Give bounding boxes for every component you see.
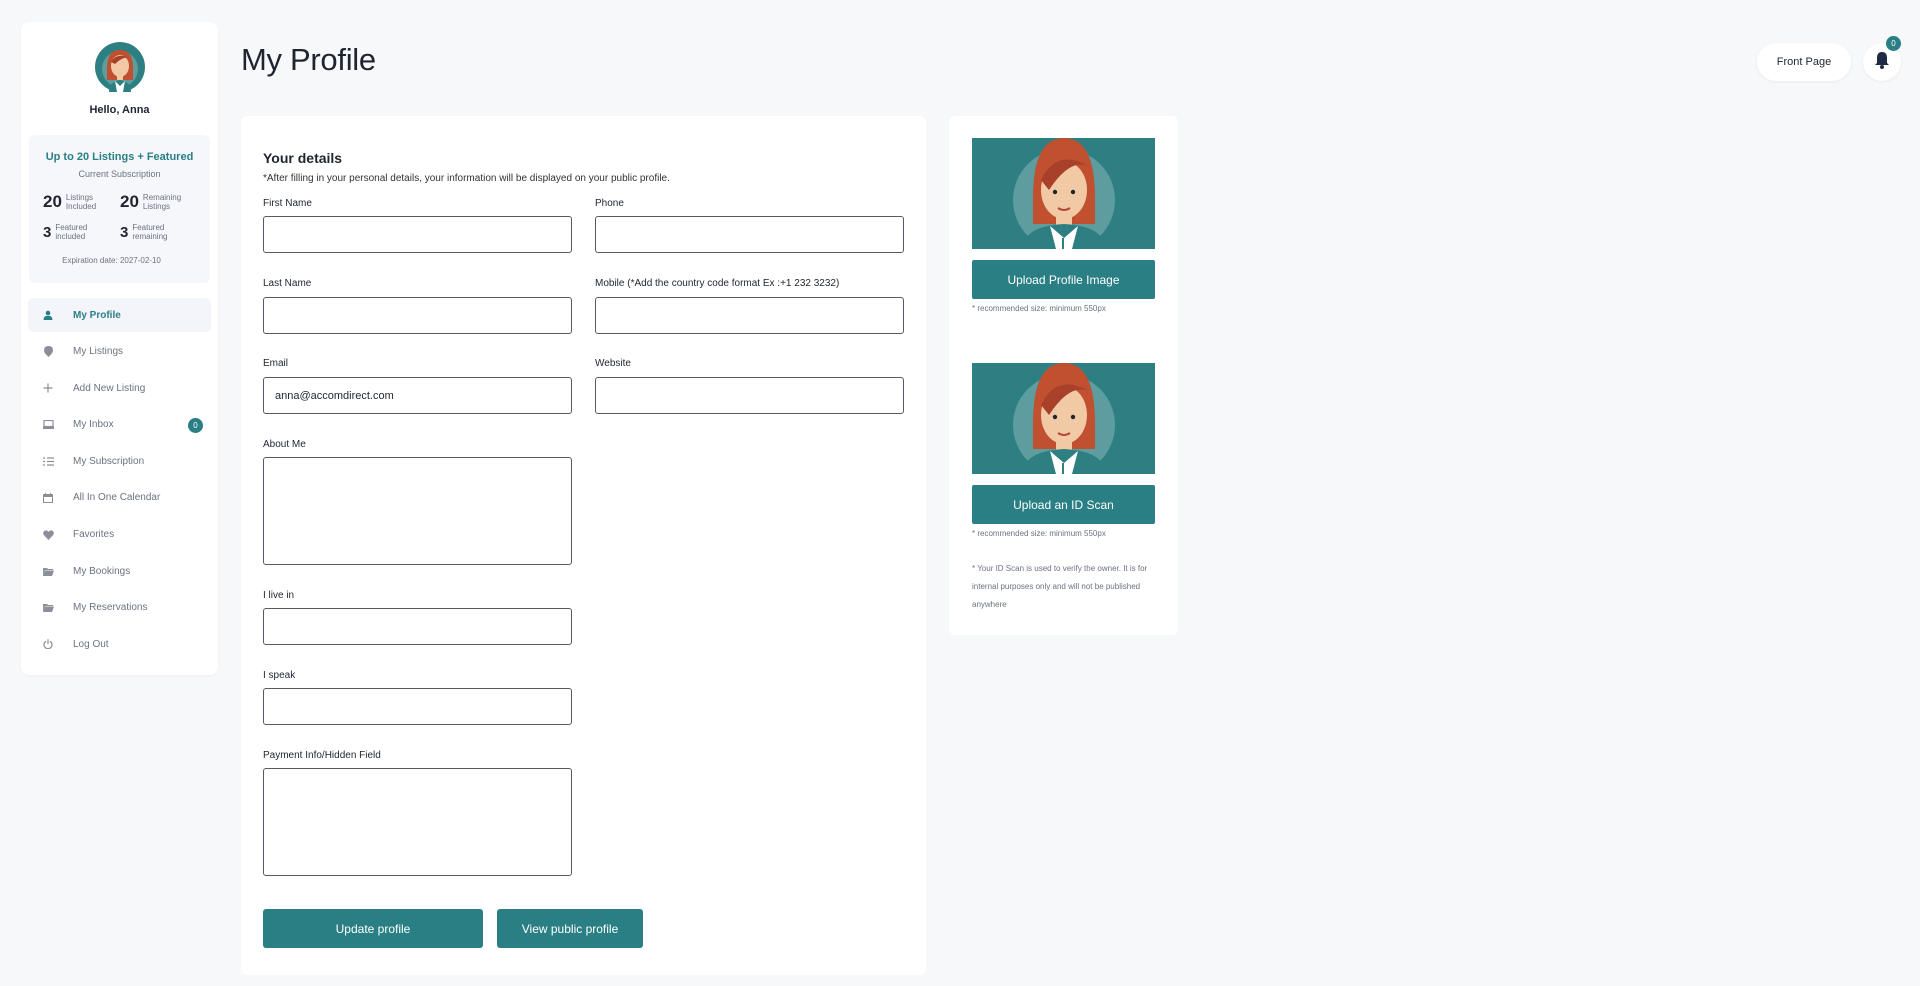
bell-icon	[1874, 51, 1890, 74]
speak-label: I speak	[263, 670, 296, 681]
avatar[interactable]	[95, 42, 145, 92]
last-name-field[interactable]	[263, 297, 572, 334]
subscription-panel: Up to 20 Listings + Featured Current Sub…	[29, 135, 210, 283]
calendar-icon	[42, 492, 54, 504]
sidebar-item-label: My Inbox	[73, 419, 114, 431]
sidebar-item-my-reservations[interactable]: My Reservations	[28, 591, 211, 625]
front-page-button[interactable]: Front Page	[1757, 43, 1851, 81]
user-icon	[42, 309, 54, 321]
sidebar-item-label: All In One Calendar	[73, 492, 161, 504]
sidebar-item-my-profile[interactable]: My Profile	[28, 298, 211, 332]
first-name-field[interactable]	[263, 216, 572, 253]
sidebar-item-my-bookings[interactable]: My Bookings	[28, 554, 211, 588]
live-in-label: I live in	[263, 590, 295, 601]
live-in-field[interactable]	[263, 608, 572, 645]
subscription-caption: Current Subscription	[78, 169, 161, 179]
view-public-profile-button[interactable]: View public profile	[497, 909, 643, 948]
profile-image-recommendation: * recommended size: minimum 550px	[972, 304, 1106, 313]
sidebar-item-favorites[interactable]: Favorites	[28, 518, 211, 552]
inbox-icon	[42, 419, 54, 431]
sidebar-item-label: Favorites	[73, 529, 115, 541]
sidebar-item-log-out[interactable]: Log Out	[28, 627, 211, 661]
section-note: *After filling in your personal details,…	[263, 173, 670, 184]
stat-remaining-listings: 20 Remaining Listings	[120, 192, 191, 212]
list-icon	[42, 455, 54, 467]
sidebar-item-label: My Reservations	[73, 602, 148, 614]
sidebar-item-add-new-listing[interactable]: Add New Listing	[28, 371, 211, 405]
website-label: Website	[595, 358, 631, 369]
stat-value: 20	[43, 192, 62, 211]
sidebar-item-my-listings[interactable]: My Listings	[28, 335, 211, 369]
page-title: My Profile	[241, 42, 376, 77]
sidebar-item-label: My Bookings	[73, 565, 131, 577]
sidebar-item-label: Add New Listing	[73, 382, 146, 394]
email-label: Email	[263, 358, 289, 369]
stat-label: Listings Included	[65, 193, 97, 211]
stat-listings-included: 20 Listings Included	[43, 192, 114, 212]
sidebar: Hello, Anna Up to 20 Listings + Featured…	[21, 22, 218, 675]
id-scan-recommendation: * recommended size: minimum 550px	[972, 529, 1106, 538]
sidebar-item-my-inbox[interactable]: My Inbox 0	[28, 408, 211, 442]
stat-label: Featured included	[55, 223, 88, 241]
stat-value: 3	[43, 223, 52, 241]
sidebar-item-label: My Profile	[73, 309, 121, 321]
sidebar-item-label: Log Out	[73, 638, 109, 650]
update-profile-button[interactable]: Update profile	[263, 909, 483, 948]
sidebar-nav: My Profile My Listings Add New Listing M…	[28, 298, 211, 664]
speak-field[interactable]	[263, 688, 572, 725]
mobile-field[interactable]	[595, 297, 904, 334]
payment-info-label: Payment Info/Hidden Field	[263, 750, 381, 761]
plus-icon	[42, 382, 54, 394]
first-name-label: First Name	[263, 198, 312, 209]
section-title: Your details	[263, 150, 343, 166]
notification-count-badge: 0	[1886, 36, 1901, 51]
upload-profile-image-button[interactable]: Upload Profile Image	[972, 260, 1155, 299]
greeting: Hello, Anna	[89, 104, 150, 116]
email-field[interactable]	[263, 377, 572, 414]
mobile-label: Mobile (*Add the country code format Ex …	[595, 278, 840, 289]
stat-label: Remaining Listings	[142, 193, 182, 211]
power-icon	[42, 638, 54, 650]
stat-value: 3	[120, 223, 129, 241]
last-name-label: Last Name	[263, 278, 312, 289]
sidebar-item-label: My Subscription	[73, 455, 145, 467]
stat-label: Featured remaining	[132, 223, 168, 241]
expiration-date: Expiration date: 2027-02-10	[62, 256, 161, 265]
stat-featured-remaining: 3 Featured remaining	[120, 223, 180, 241]
sidebar-item-label: My Listings	[73, 346, 124, 358]
payment-info-field[interactable]	[263, 768, 572, 876]
inbox-count-badge: 0	[188, 417, 203, 433]
sidebar-item-all-in-one-calendar[interactable]: All In One Calendar	[28, 481, 211, 515]
about-me-field[interactable]	[263, 457, 572, 565]
phone-field[interactable]	[595, 216, 904, 253]
stat-featured-included: 3 Featured included	[43, 223, 103, 241]
folder-icon	[42, 565, 54, 577]
stat-value: 20	[120, 192, 139, 211]
uploads-card: Upload Profile Image * recommended size:…	[949, 116, 1178, 635]
website-field[interactable]	[595, 377, 904, 414]
phone-label: Phone	[595, 198, 624, 209]
about-me-label: About Me	[263, 439, 306, 450]
id-scan-preview	[972, 363, 1155, 474]
map-pin-icon	[42, 346, 54, 358]
subscription-plan: Up to 20 Listings + Featured	[45, 151, 194, 163]
upload-id-scan-button[interactable]: Upload an ID Scan	[972, 485, 1155, 524]
id-scan-note: * Your ID Scan is used to verify the own…	[972, 564, 1148, 609]
heart-icon	[42, 529, 54, 541]
your-details-card: Your details *After filling in your pers…	[241, 116, 926, 975]
sidebar-item-my-subscription[interactable]: My Subscription	[28, 444, 211, 478]
profile-image-preview	[972, 138, 1155, 249]
folder-icon	[42, 602, 54, 614]
